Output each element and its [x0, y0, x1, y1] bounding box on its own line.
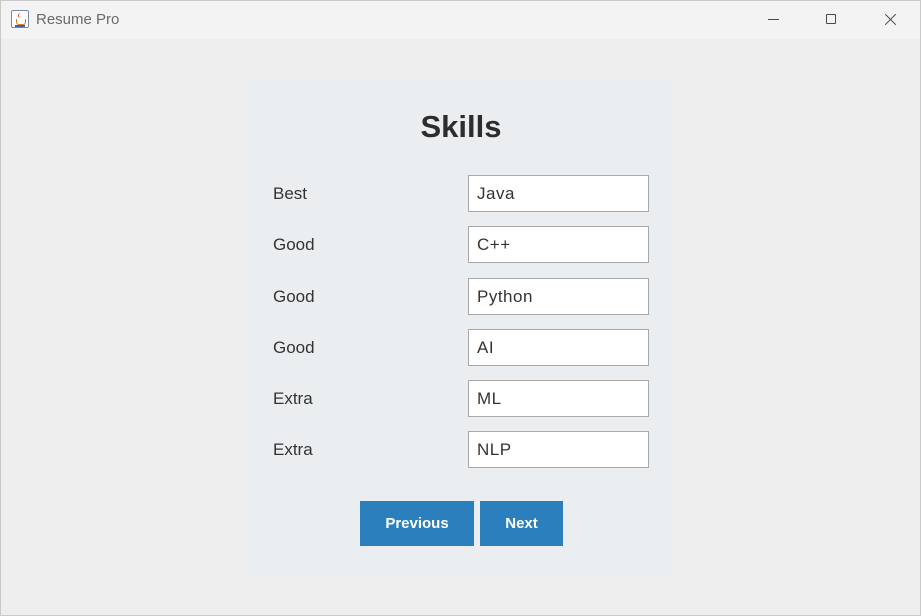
skill-label: Extra [273, 440, 313, 459]
skill-label: Best [273, 184, 308, 203]
skill-input-extra-2[interactable] [468, 431, 649, 468]
skill-label: Extra [273, 389, 313, 408]
skill-row: Good [249, 278, 673, 315]
next-button[interactable]: Next [480, 501, 563, 546]
skill-row: Good [249, 329, 673, 366]
app-window: Resume Pro Skills Best Good Good [0, 0, 921, 616]
maximize-icon [826, 14, 836, 24]
skill-row: Good [249, 226, 673, 263]
skill-label: Good [273, 287, 315, 306]
skill-input-best[interactable] [468, 175, 649, 212]
skill-input-good-3[interactable] [468, 329, 649, 366]
skill-row: Extra [249, 380, 673, 417]
skill-input-good-2[interactable] [468, 278, 649, 315]
window-title: Resume Pro [36, 11, 120, 28]
minimize-button[interactable] [751, 1, 797, 39]
minimize-icon [768, 19, 779, 20]
page-title: Skills [420, 109, 502, 144]
close-button[interactable] [867, 1, 913, 39]
content-area: Skills Best Good Good Good Extra [1, 39, 920, 615]
close-icon [883, 13, 897, 27]
skill-label: Good [273, 338, 315, 357]
previous-button[interactable]: Previous [360, 501, 474, 546]
skill-row: Best [249, 175, 673, 212]
skill-label: Good [273, 235, 315, 254]
skill-row: Extra [249, 431, 673, 468]
maximize-button[interactable] [809, 1, 855, 39]
skill-input-good-1[interactable] [468, 226, 649, 263]
java-cup-icon [11, 10, 29, 28]
skill-input-extra-1[interactable] [468, 380, 649, 417]
skills-panel: Skills Best Good Good Good Extra [249, 79, 673, 575]
title-bar[interactable]: Resume Pro [1, 1, 920, 39]
